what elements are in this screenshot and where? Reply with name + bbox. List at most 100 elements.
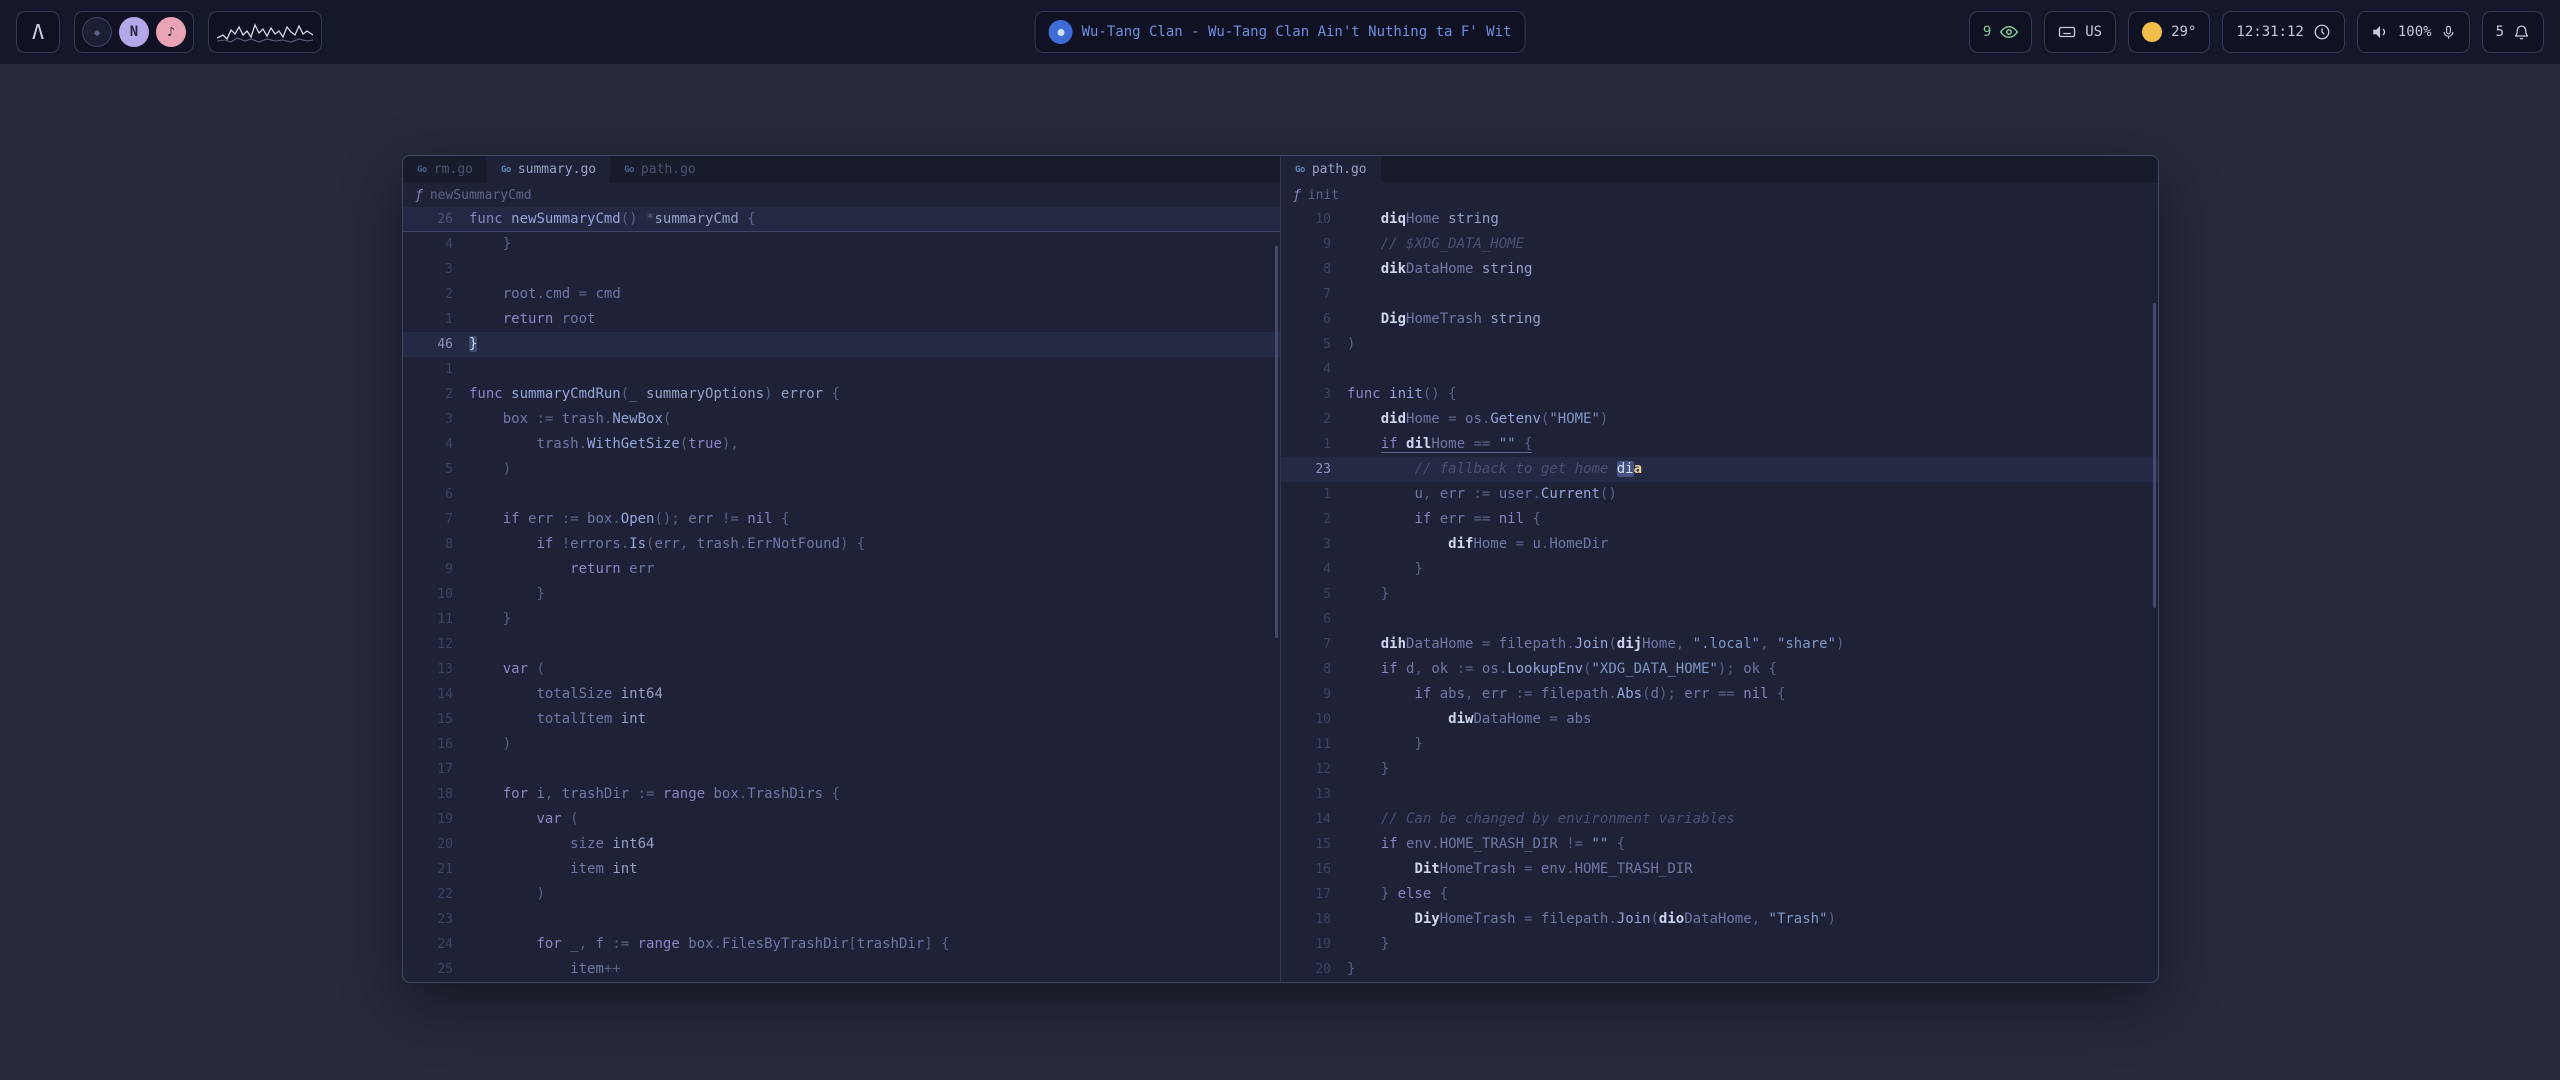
code-text: } [1347, 732, 1423, 757]
code-line[interactable]: 3func init() { [1281, 382, 2158, 407]
code-line[interactable]: 7 dihDataHome = filepath.Join(dijHome, "… [1281, 632, 2158, 657]
left-breadcrumb[interactable]: ƒ newSummaryCmd [403, 183, 1280, 207]
code-line[interactable]: 1 return root [403, 307, 1280, 332]
line-number: 12 [403, 632, 469, 657]
code-line[interactable]: 12 [403, 632, 1280, 657]
code-line[interactable]: 23 [403, 907, 1280, 932]
code-line[interactable]: 1 [403, 357, 1280, 382]
tab-rm.go[interactable]: Gorm.go [403, 156, 487, 183]
code-line[interactable]: 4 } [1281, 557, 2158, 582]
eye-icon [2000, 23, 2018, 41]
code-text: } [469, 332, 477, 357]
code-line[interactable]: 8 if !errors.Is(err, trash.ErrNotFound) … [403, 532, 1280, 557]
sticky-context-line[interactable]: 26func newSummaryCmd() *summaryCmd { [403, 207, 1280, 232]
code-line[interactable]: 14 // Can be changed by environment vari… [1281, 807, 2158, 832]
code-line[interactable]: 14 totalSize int64 [403, 682, 1280, 707]
code-line[interactable]: 20} [1281, 957, 2158, 982]
code-line[interactable]: 19 } [1281, 932, 2158, 957]
tab-path.go[interactable]: Gopath.go [1281, 156, 1381, 183]
code-line[interactable]: 16 DitHomeTrash = env.HOME_TRASH_DIR [1281, 857, 2158, 882]
volume-widget[interactable]: 100% [2357, 11, 2470, 53]
code-line[interactable]: 2 didHome = os.Getenv("HOME") [1281, 407, 2158, 432]
code-line[interactable]: 46} [403, 332, 1280, 357]
tab-label: rm.go [434, 162, 473, 177]
tab-path.go[interactable]: Gopath.go [610, 156, 710, 183]
clock-widget[interactable]: 12:31:12 [2222, 11, 2344, 53]
workspace-indicator-active[interactable]: N [119, 17, 149, 47]
launcher-button[interactable]: Λ [16, 11, 60, 53]
code-line[interactable]: 1 u, err := user.Current() [1281, 482, 2158, 507]
code-line[interactable]: 4 [1281, 357, 2158, 382]
code-line[interactable]: 15 if env.HOME_TRASH_DIR != "" { [1281, 832, 2158, 857]
right-scrollbar[interactable] [2153, 303, 2156, 608]
code-line[interactable]: 22 ) [403, 882, 1280, 907]
code-line[interactable]: 2 if err == nil { [1281, 507, 2158, 532]
line-number: 16 [1281, 857, 1347, 882]
music-disc-icon [1049, 20, 1073, 44]
code-line[interactable]: 10 diwDataHome = abs [1281, 707, 2158, 732]
code-line[interactable]: 11 } [1281, 732, 2158, 757]
code-line[interactable]: 6 [1281, 607, 2158, 632]
line-number: 8 [1281, 257, 1347, 282]
code-line[interactable]: 17 } else { [1281, 882, 2158, 907]
line-number: 7 [1281, 282, 1347, 307]
code-line[interactable]: 21 item int [403, 857, 1280, 882]
code-line[interactable]: 9 return err [403, 557, 1280, 582]
code-text: if dilHome == "" { [1347, 432, 1532, 457]
code-line[interactable]: 8 if d, ok := os.LookupEnv("XDG_DATA_HOM… [1281, 657, 2158, 682]
updates-widget[interactable]: 9 [1969, 11, 2032, 53]
code-line[interactable]: 1 if dilHome == "" { [1281, 432, 2158, 457]
code-line[interactable]: 5 ) [403, 457, 1280, 482]
workspace-indicator-dim[interactable]: ◆ [82, 17, 112, 47]
code-line[interactable]: 12 } [1281, 757, 2158, 782]
tab-summary.go[interactable]: Gosummary.go [487, 156, 610, 183]
code-line[interactable]: 3 box := trash.NewBox( [403, 407, 1280, 432]
code-line[interactable]: 3 difHome = u.HomeDir [1281, 532, 2158, 557]
code-line[interactable]: 5) [1281, 332, 2158, 357]
code-line[interactable]: 7 if err := box.Open(); err != nil { [403, 507, 1280, 532]
weather-temp: 29° [2171, 24, 2196, 40]
line-number: 6 [1281, 307, 1347, 332]
code-line[interactable]: 7 [1281, 282, 2158, 307]
line-number: 22 [403, 882, 469, 907]
code-line[interactable]: 2 root.cmd = cmd [403, 282, 1280, 307]
code-text: } [1347, 932, 1389, 957]
line-number: 9 [403, 557, 469, 582]
code-line[interactable]: 4 } [403, 232, 1280, 257]
code-line[interactable]: 10 diqHome string [1281, 207, 2158, 232]
code-line[interactable]: 25 item++ [403, 957, 1280, 982]
code-line[interactable]: 8 dikDataHome string [1281, 257, 2158, 282]
right-breadcrumb[interactable]: ƒ init [1281, 183, 2158, 207]
code-line[interactable]: 11 } [403, 607, 1280, 632]
weather-widget[interactable]: 29° [2128, 11, 2210, 53]
music-player-widget[interactable]: Wu-Tang Clan - Wu-Tang Clan Ain't Nuthin… [1035, 11, 1526, 53]
code-line[interactable]: 16 ) [403, 732, 1280, 757]
code-line[interactable]: 9 // $XDG_DATA_HOME [1281, 232, 2158, 257]
code-line[interactable]: 4 trash.WithGetSize(true), [403, 432, 1280, 457]
code-line[interactable]: 10 } [403, 582, 1280, 607]
line-number: 14 [1281, 807, 1347, 832]
code-line[interactable]: 24 for _, f := range box.FilesByTrashDir… [403, 932, 1280, 957]
code-line[interactable]: 20 size int64 [403, 832, 1280, 857]
code-line[interactable]: 17 [403, 757, 1280, 782]
notifications-widget[interactable]: 5 [2482, 11, 2544, 53]
keyboard-layout-widget[interactable]: US [2044, 11, 2116, 53]
code-line[interactable]: 18 for i, trashDir := range box.TrashDir… [403, 782, 1280, 807]
code-line[interactable]: 6 [403, 482, 1280, 507]
code-line[interactable]: 9 if abs, err := filepath.Abs(d); err ==… [1281, 682, 2158, 707]
workspace-indicator-pink[interactable]: ♪ [156, 17, 186, 47]
code-line[interactable]: 2func summaryCmdRun(_ summaryOptions) er… [403, 382, 1280, 407]
code-line[interactable]: 15 totalItem int [403, 707, 1280, 732]
line-number: 14 [403, 682, 469, 707]
code-line[interactable]: 13 [1281, 782, 2158, 807]
code-line[interactable]: 19 var ( [403, 807, 1280, 832]
code-line[interactable]: 6 DigHomeTrash string [1281, 307, 2158, 332]
code-line[interactable]: 3 [403, 257, 1280, 282]
code-line[interactable]: 13 var ( [403, 657, 1280, 682]
system-graph-widget[interactable] [208, 11, 322, 53]
code-line[interactable]: 18 DiyHomeTrash = filepath.Join(dioDataH… [1281, 907, 2158, 932]
code-line[interactable]: 23 // fallback to get home dia [1281, 457, 2158, 482]
code-line[interactable]: 5 } [1281, 582, 2158, 607]
code-text: dikDataHome string [1347, 257, 1532, 282]
left-scrollbar[interactable] [1275, 246, 1278, 638]
